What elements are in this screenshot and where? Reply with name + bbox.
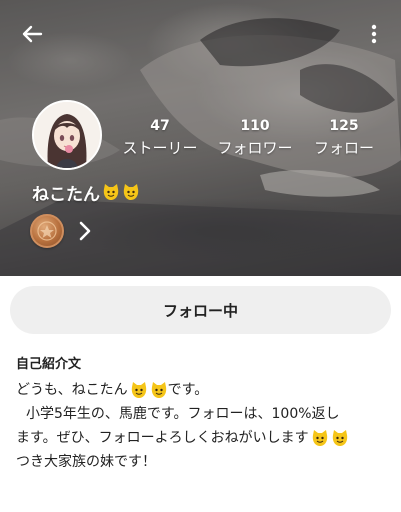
stat-following[interactable]: 125 フォロー: [302, 117, 386, 159]
bio-title: 自己紹介文: [16, 357, 82, 372]
badge-detail-button[interactable]: [74, 218, 96, 244]
stat-followers[interactable]: 110 フォロワー: [213, 117, 297, 159]
bio-line-4-text: つき大家族の妹です！: [16, 454, 156, 470]
more-vertical-icon: [371, 24, 377, 44]
following-label: フォロー: [313, 139, 374, 157]
chevron-right-icon: [79, 221, 91, 241]
following-count: 125: [329, 118, 359, 134]
bio-line-3: ます。ぜひ、フォローよろしくおねがいします: [16, 426, 390, 450]
stat-stories[interactable]: 47 ストーリー: [118, 117, 202, 159]
cat-face-emoji-icon: [103, 184, 119, 200]
more-options-button[interactable]: [360, 18, 388, 50]
followers-label: フォロワー: [217, 139, 293, 157]
bio-line-1-text: どうも、ねこたん: [16, 382, 128, 398]
cat-face-emoji-icon: [151, 382, 166, 398]
bio-line-3-text: ます。ぜひ、フォローよろしくおねがいします: [16, 430, 309, 446]
bio-line-4: つき大家族の妹です！: [16, 450, 390, 474]
bio-line-2-text: 小学5年生の、馬鹿です。フォローは、100%返し: [26, 406, 340, 422]
back-button[interactable]: [16, 18, 48, 50]
avatar[interactable]: [32, 100, 102, 170]
bio-line-1-tail: です。: [167, 382, 209, 398]
arrow-left-icon: [22, 25, 43, 43]
bio-text: どうも、ねこたん です。 小学5年生の、馬鹿です。フォローは、100%返し ます。…: [16, 378, 390, 474]
coin-emblem-icon: [37, 221, 57, 241]
anime-girl-avatar-icon: [34, 102, 100, 168]
stories-count: 47: [150, 118, 170, 134]
cat-face-emoji-icon: [131, 382, 146, 398]
bio-line-2: 小学5年生の、馬鹿です。フォローは、100%返し: [16, 402, 390, 426]
cat-face-emoji-icon: [312, 430, 327, 446]
cat-face-emoji-icon: [123, 184, 139, 200]
following-button[interactable]: フォロー中: [10, 286, 391, 334]
followers-count: 110: [240, 118, 270, 134]
stories-label: ストーリー: [122, 139, 198, 157]
bio-line-1: どうも、ねこたん です。: [16, 378, 390, 402]
cat-face-emoji-icon: [332, 430, 347, 446]
bronze-badge-icon[interactable]: [30, 214, 64, 248]
profile-name-text: ねこたん: [32, 184, 100, 205]
profile-name: ねこたん: [32, 180, 140, 205]
